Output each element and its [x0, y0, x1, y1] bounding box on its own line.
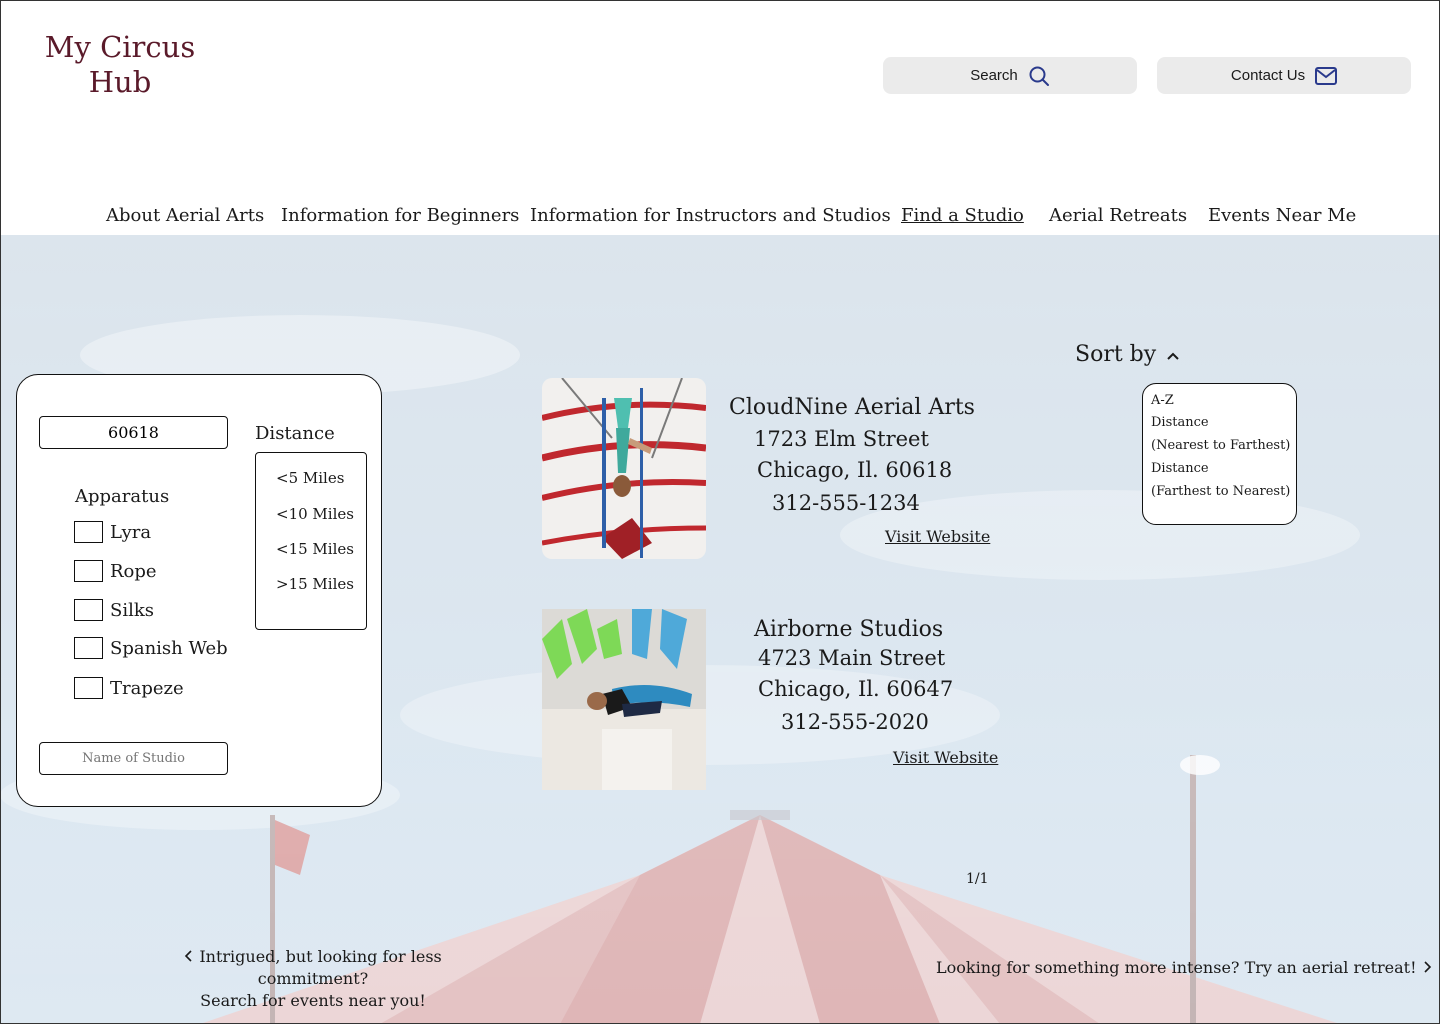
apparatus-rope[interactable]: Rope [74, 560, 157, 582]
studio-name-input[interactable] [39, 742, 228, 775]
chevron-right-icon [1422, 958, 1432, 977]
nav-aerial-retreats[interactable]: Aerial Retreats [1049, 205, 1187, 226]
events-link-line2: Search for events near you! [200, 991, 426, 1010]
mail-icon [1315, 66, 1338, 85]
lyra-checkbox[interactable] [74, 521, 103, 543]
studio-city-airborne: Chicago, Il. 60647 [758, 677, 954, 701]
silks-label: Silks [110, 599, 154, 621]
studio-street-cloudnine: 1723 Elm Street [754, 427, 929, 451]
studio-name-airborne[interactable]: Airborne Studios [754, 617, 943, 642]
nav-about-aerial-arts[interactable]: About Aerial Arts [106, 205, 264, 226]
trapeze-label: Trapeze [110, 677, 184, 699]
trapeze-checkbox[interactable] [74, 677, 103, 699]
sort-by-label: Sort by [1075, 342, 1157, 367]
distance-option-under-15[interactable]: <15 Miles [276, 540, 354, 558]
studio-street-airborne: 4723 Main Street [758, 646, 946, 670]
spanish-web-checkbox[interactable] [74, 637, 103, 659]
apparatus-lyra[interactable]: Lyra [74, 521, 151, 543]
contact-button-label: Contact Us [1230, 67, 1306, 84]
studio-phone-cloudnine[interactable]: 312-555-1234 [772, 491, 920, 515]
sort-option-a-z[interactable]: A-Z [1151, 393, 1174, 408]
sort-option-distance-near-detail[interactable]: (Nearest to Farthest) [1151, 438, 1290, 453]
contact-us-button[interactable]: Contact Us [1157, 57, 1411, 94]
nav-events-near-me[interactable]: Events Near Me [1208, 205, 1356, 226]
sort-option-distance-near[interactable]: Distance [1151, 415, 1209, 430]
studio-photo-airborne[interactable] [542, 609, 706, 790]
aerial-retreat-link[interactable]: Looking for something more intense? Try … [936, 958, 1432, 977]
visit-website-link-cloudnine[interactable]: Visit Website [885, 527, 990, 546]
distance-label: Distance [255, 423, 335, 444]
sort-option-distance-far-detail[interactable]: (Farthest to Nearest) [1151, 484, 1290, 499]
chevron-up-icon [1166, 342, 1180, 367]
rope-checkbox[interactable] [74, 560, 103, 582]
visit-website-link-airborne[interactable]: Visit Website [893, 748, 998, 767]
events-near-you-link[interactable]: Intrigued, but looking for less commitme… [128, 946, 498, 1012]
search-icon [1028, 65, 1050, 87]
search-button[interactable]: Search [883, 57, 1137, 94]
spanish-web-label: Spanish Web [110, 637, 228, 659]
rope-label: Rope [110, 560, 157, 582]
apparatus-spanish-web[interactable]: Spanish Web [74, 637, 228, 659]
events-link-line1: Intrigued, but looking for less commitme… [199, 947, 442, 988]
silks-checkbox[interactable] [74, 599, 103, 621]
sort-option-distance-far[interactable]: Distance [1151, 461, 1209, 476]
pagination-indicator: 1/1 [966, 871, 989, 887]
apparatus-silks[interactable]: Silks [74, 599, 154, 621]
search-button-label: Search [970, 67, 1018, 84]
apparatus-trapeze[interactable]: Trapeze [74, 677, 184, 699]
site-logo[interactable]: My Circus Hub [40, 30, 200, 100]
sort-by-toggle[interactable]: Sort by [1075, 342, 1180, 367]
zip-code-input[interactable] [39, 416, 228, 449]
nav-information-for-instructors[interactable]: Information for Instructors and Studios [530, 205, 891, 226]
nav-information-for-beginners[interactable]: Information for Beginners [281, 205, 519, 226]
studio-city-cloudnine: Chicago, Il. 60618 [757, 458, 953, 482]
apparatus-label: Apparatus [75, 486, 170, 507]
lyra-label: Lyra [110, 521, 152, 543]
studio-name-cloudnine[interactable]: CloudNine Aerial Arts [729, 395, 975, 420]
distance-option-under-5[interactable]: <5 Miles [276, 469, 344, 487]
studio-photo-cloudnine[interactable] [542, 378, 706, 559]
studio-phone-airborne[interactable]: 312-555-2020 [781, 710, 929, 734]
main-navigation: About Aerial Arts Information for Beginn… [0, 205, 1440, 235]
nav-find-a-studio[interactable]: Find a Studio [901, 205, 1024, 226]
distance-option-under-10[interactable]: <10 Miles [276, 505, 354, 523]
distance-option-over-15[interactable]: >15 Miles [276, 575, 354, 593]
chevron-left-icon [184, 946, 194, 968]
retreat-link-text: Looking for something more intense? Try … [936, 958, 1417, 977]
